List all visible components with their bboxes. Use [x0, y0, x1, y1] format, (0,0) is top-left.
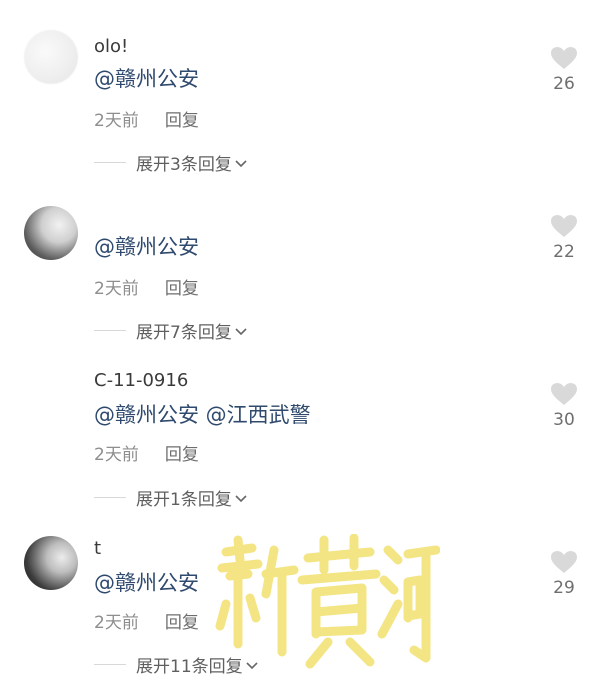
comment-text[interactable]: @赣州公安	[94, 63, 199, 93]
chevron-down-icon	[235, 494, 247, 502]
like-count: 26	[553, 74, 575, 94]
reply-button[interactable]: 回复	[165, 111, 199, 131]
comment-text[interactable]: @赣州公安 @江西武警	[94, 399, 311, 429]
comment-item: olo! @赣州公安 2天前 回复 展开3条回复 26	[0, 0, 600, 175]
divider	[94, 330, 126, 331]
heart-icon	[551, 383, 577, 405]
comment-meta: 2天前 回复	[94, 608, 199, 633]
comment-username[interactable]: olo!	[94, 36, 128, 57]
comment-time: 2天前	[94, 445, 139, 465]
heart-icon	[551, 47, 577, 69]
heart-icon	[551, 215, 577, 237]
comment-meta: 2天前 回复	[94, 106, 199, 131]
like-count: 30	[553, 410, 575, 430]
divider	[94, 664, 126, 665]
comment-text[interactable]: @赣州公安	[94, 231, 199, 261]
expand-replies-button[interactable]: 展开1条回复	[94, 485, 248, 510]
avatar[interactable]	[24, 206, 78, 260]
comment-username[interactable]: C-11-0916	[94, 370, 188, 391]
comment-item: @赣州公安 2天前 回复 展开7条回复 22	[0, 172, 600, 343]
expand-replies-label: 展开1条回复	[136, 490, 232, 510]
avatar[interactable]	[24, 536, 78, 590]
chevron-down-icon	[235, 327, 247, 335]
comment-item: C-11-0916 @赣州公安 @江西武警 2天前 回复 展开1条回复 30	[0, 340, 600, 512]
divider	[94, 497, 126, 498]
like-button[interactable]: 30	[546, 382, 582, 430]
like-count: 22	[553, 242, 575, 262]
like-button[interactable]: 29	[546, 550, 582, 598]
heart-icon	[551, 551, 577, 573]
reply-button[interactable]: 回复	[165, 613, 199, 633]
comment-time: 2天前	[94, 613, 139, 633]
reply-button[interactable]: 回复	[165, 279, 199, 299]
chevron-down-icon	[235, 159, 247, 167]
reply-button[interactable]: 回复	[165, 445, 199, 465]
comment-meta: 2天前 回复	[94, 274, 199, 299]
like-count: 29	[553, 578, 575, 598]
comment-time: 2天前	[94, 279, 139, 299]
comment-time: 2天前	[94, 111, 139, 131]
watermark-logo	[215, 534, 440, 669]
comment-text[interactable]: @赣州公安	[94, 567, 199, 597]
divider	[94, 162, 126, 163]
avatar[interactable]	[24, 30, 78, 84]
like-button[interactable]: 26	[546, 46, 582, 94]
like-button[interactable]: 22	[546, 214, 582, 262]
comment-meta: 2天前 回复	[94, 440, 199, 465]
comment-username[interactable]: t	[94, 538, 101, 559]
